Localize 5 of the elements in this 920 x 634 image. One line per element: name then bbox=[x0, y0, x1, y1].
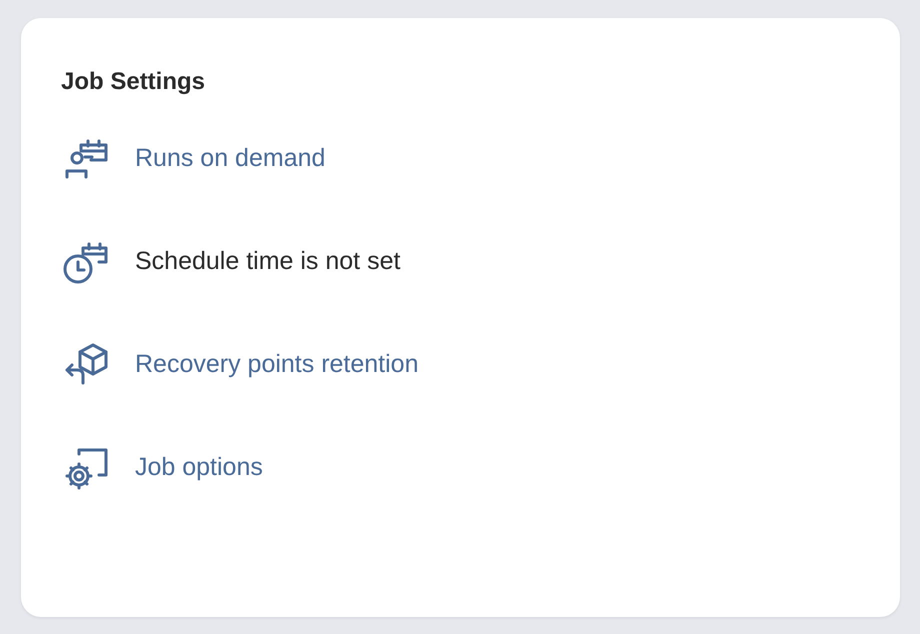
settings-link[interactable]: Runs on demand bbox=[135, 144, 326, 172]
status-text: Schedule time is not set bbox=[135, 246, 400, 276]
settings-link[interactable]: Recovery points retention bbox=[135, 350, 418, 378]
card-title: Job Settings bbox=[61, 68, 206, 96]
settings-link[interactable]: Job options bbox=[135, 452, 263, 482]
